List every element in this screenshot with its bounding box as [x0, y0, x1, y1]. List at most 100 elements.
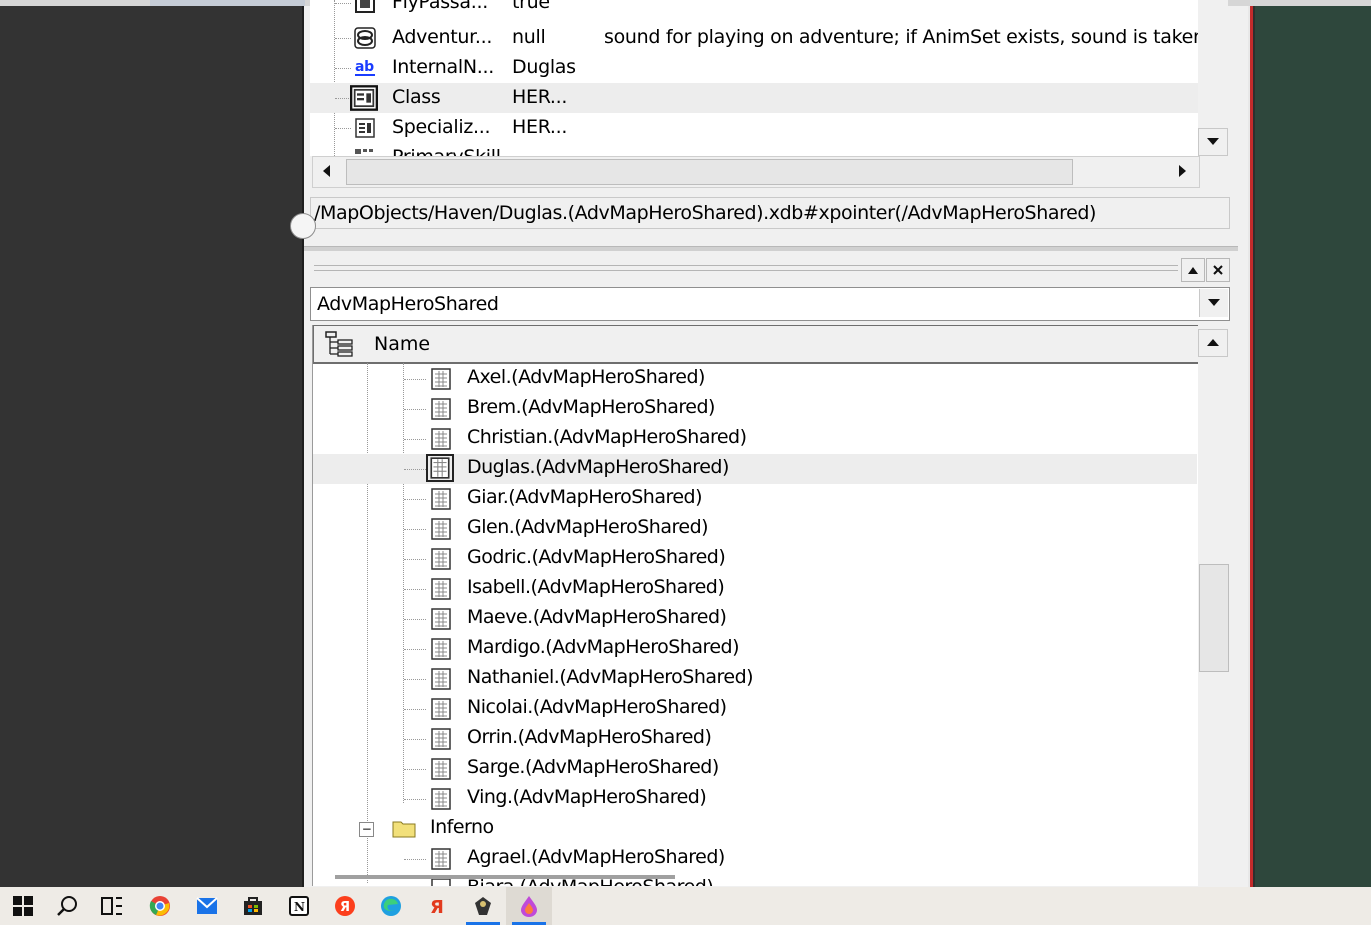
windows-start-icon[interactable] — [0, 887, 46, 925]
tree-view-icon — [325, 331, 353, 357]
edge-icon[interactable] — [368, 887, 414, 925]
tree-item[interactable]: Agrael.(AdvMapHeroShared) — [313, 844, 1197, 874]
tree-item[interactable]: Axel.(AdvMapHeroShared) — [313, 364, 1197, 394]
document-icon — [431, 368, 451, 390]
property-value[interactable]: HER... — [512, 116, 567, 138]
scroll-right-button[interactable] — [1169, 157, 1197, 185]
document-icon — [431, 488, 451, 510]
caret-left-icon — [323, 165, 330, 177]
property-value[interactable]: true — [512, 0, 550, 13]
tree-item-label: Giar.(AdvMapHeroShared) — [467, 486, 703, 508]
object-tree[interactable]: Name Axel.(AdvMapHeroShared) Brem.(AdvMa… — [312, 325, 1199, 886]
property-row[interactable]: ab InternalN... Duglas — [310, 53, 1198, 83]
svg-text:Я: Я — [340, 900, 350, 915]
tree-item-label: Glen.(AdvMapHeroShared) — [467, 516, 709, 538]
document-icon — [431, 578, 451, 600]
scroll-down-button[interactable] — [1198, 128, 1228, 156]
type-filter-combo[interactable]: AdvMapHeroShared — [310, 287, 1230, 321]
document-icon — [426, 454, 454, 482]
notion-icon[interactable]: N — [276, 887, 322, 925]
property-hscroll[interactable] — [312, 156, 1200, 188]
type-filter-value: AdvMapHeroShared — [317, 293, 499, 315]
bool-icon — [355, 0, 375, 13]
combo-dropdown-button[interactable] — [1199, 289, 1228, 317]
splitter-handle[interactable] — [290, 213, 316, 239]
tree-item[interactable]: Mardigo.(AdvMapHeroShared) — [313, 634, 1197, 664]
property-vscroll[interactable] — [1198, 0, 1228, 156]
svg-text:ab: ab — [355, 59, 374, 75]
scroll-up-button[interactable] — [1198, 329, 1228, 357]
tree-item[interactable]: Ving.(AdvMapHeroShared) — [313, 784, 1197, 814]
tree-folder-inferno[interactable]: − Inferno — [313, 814, 1197, 844]
property-value[interactable]: null — [512, 26, 546, 48]
name-column-header: Name — [374, 333, 431, 355]
tree-item-label: Maeve.(AdvMapHeroShared) — [467, 606, 727, 628]
tree-item-label: Axel.(AdvMapHeroShared) — [467, 366, 705, 388]
document-icon — [431, 878, 451, 886]
yandex-browser-icon[interactable]: Я — [414, 887, 460, 925]
caret-up-icon — [1207, 339, 1219, 346]
property-value[interactable]: Duglas — [512, 56, 576, 78]
tree-item[interactable]: Glen.(AdvMapHeroShared) — [313, 514, 1197, 544]
vscroll-thumb[interactable] — [1199, 564, 1229, 672]
tree-item[interactable]: Christian.(AdvMapHeroShared) — [313, 424, 1197, 454]
store-icon[interactable] — [230, 887, 276, 925]
tree-item-label: Agrael.(AdvMapHeroShared) — [467, 846, 725, 868]
tree-item-selected[interactable]: Duglas.(AdvMapHeroShared) — [313, 454, 1197, 484]
property-row[interactable]: PrimarySkill — [310, 143, 1198, 156]
document-icon — [431, 728, 451, 750]
caret-down-icon — [1207, 138, 1219, 145]
tree-item[interactable]: Brem.(AdvMapHeroShared) — [313, 394, 1197, 424]
tree-item[interactable]: Nathaniel.(AdvMapHeroShared) — [313, 664, 1197, 694]
tree-item-label: Christian.(AdvMapHeroShared) — [467, 426, 747, 448]
chrome-icon[interactable] — [137, 887, 183, 925]
tree-item[interactable]: Giar.(AdvMapHeroShared) — [313, 484, 1197, 514]
tree-item-label: Ving.(AdvMapHeroShared) — [467, 786, 707, 808]
tree-hscroll-thumb[interactable] — [335, 875, 675, 879]
document-icon — [431, 548, 451, 570]
yandex-icon[interactable]: Я — [322, 887, 368, 925]
tree-header[interactable]: Name — [313, 325, 1199, 364]
mail-icon[interactable] — [184, 887, 230, 925]
close-pane-button[interactable] — [1206, 258, 1230, 282]
enum-icon — [350, 85, 378, 111]
tree-item[interactable]: Orrin.(AdvMapHeroShared) — [313, 724, 1197, 754]
tree-item[interactable]: Maeve.(AdvMapHeroShared) — [313, 604, 1197, 634]
property-row-selected[interactable]: Class HER... — [310, 83, 1198, 113]
property-row[interactable]: Specializ... HER... — [310, 113, 1198, 143]
desktop-left — [0, 6, 302, 887]
link-icon — [354, 27, 376, 49]
paint-icon[interactable] — [506, 887, 552, 925]
property-grid[interactable]: FlyPassa... true Adventur... null sound … — [310, 0, 1198, 156]
caret-up-icon — [1188, 266, 1198, 274]
scroll-left-button[interactable] — [313, 157, 341, 185]
property-row[interactable]: FlyPassa... true — [310, 0, 1198, 18]
document-icon — [431, 698, 451, 720]
tree-item-label: Isabell.(AdvMapHeroShared) — [467, 576, 725, 598]
property-value[interactable]: HER... — [512, 86, 567, 108]
maximize-pane-button[interactable] — [1181, 258, 1205, 282]
struct-icon — [355, 149, 373, 154]
property-name: Specializ... — [392, 116, 491, 138]
close-icon — [1213, 265, 1223, 275]
xpointer-path-field[interactable]: /MapObjects/Haven/Duglas.(AdvMapHeroShar… — [310, 197, 1230, 229]
taskbar: N Я Я — [0, 887, 1371, 925]
tree-item-label: Orrin.(AdvMapHeroShared) — [467, 726, 712, 748]
tree-item[interactable]: Sarge.(AdvMapHeroShared) — [313, 754, 1197, 784]
tree-item[interactable]: Isabell.(AdvMapHeroShared) — [313, 574, 1197, 604]
tree-folder-label: Inferno — [430, 816, 494, 838]
string-icon: ab — [355, 59, 375, 76]
document-icon — [431, 638, 451, 660]
document-icon — [431, 668, 451, 690]
tree-item-label: Mardigo.(AdvMapHeroShared) — [467, 636, 740, 658]
caret-right-icon — [1179, 165, 1186, 177]
property-row[interactable]: Adventur... null sound for playing on ad… — [310, 23, 1198, 53]
tree-item[interactable]: Godric.(AdvMapHeroShared) — [313, 544, 1197, 574]
hscroll-thumb[interactable] — [346, 159, 1073, 185]
task-view-icon[interactable] — [89, 887, 135, 925]
collapse-toggle[interactable]: − — [359, 822, 374, 837]
search-icon[interactable] — [44, 887, 90, 925]
game-editor-icon[interactable] — [460, 887, 506, 925]
pane-splitter[interactable] — [304, 246, 1238, 251]
tree-item[interactable]: Nicolai.(AdvMapHeroShared) — [313, 694, 1197, 724]
